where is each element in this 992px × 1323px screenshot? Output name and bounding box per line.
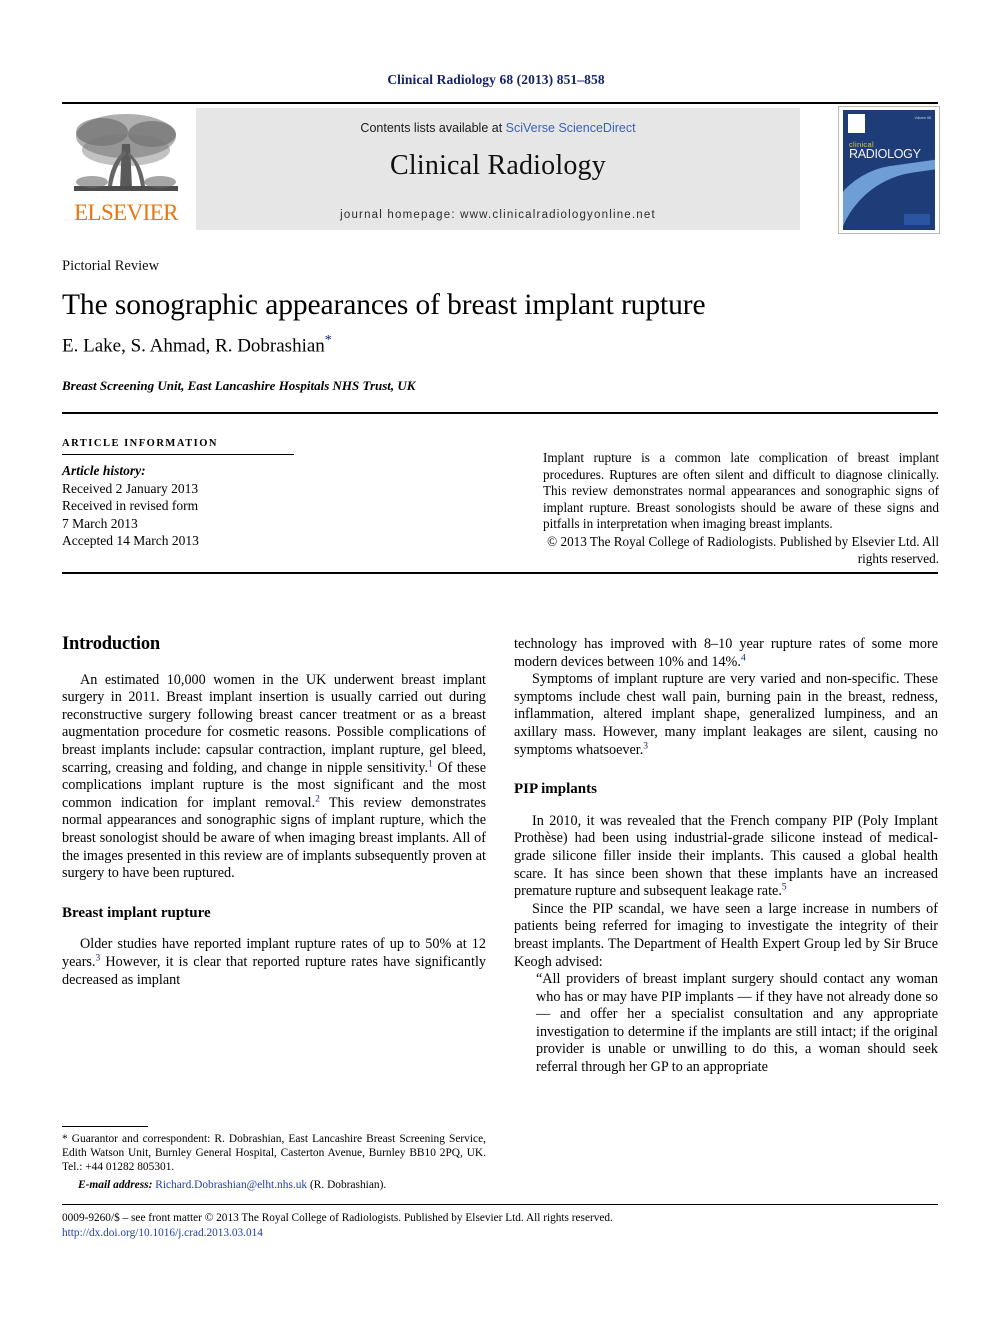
divider-above-article-info [62, 412, 938, 414]
elsevier-wordmark: ELSEVIER [74, 200, 178, 225]
doi-link[interactable]: http://dx.doi.org/10.1016/j.crad.2013.03… [62, 1226, 942, 1241]
elsevier-logo: ELSEVIER [62, 108, 190, 230]
symptoms-text: Symptoms of implant rupture are very var… [514, 671, 938, 758]
email-address-link[interactable]: Richard.Dobrashian@elht.nhs.uk [155, 1179, 307, 1191]
article-history-line: 7 March 2013 [62, 515, 138, 531]
abstract-copyright: © 2013 The Royal College of Radiologists… [547, 533, 939, 566]
cover-volume-text: Volume 68 [914, 116, 931, 120]
cover-rcr-badge-icon [904, 214, 930, 225]
journal-title: Clinical Radiology [390, 150, 606, 181]
paragraph-introduction: An estimated 10,000 women in the UK unde… [62, 672, 486, 883]
paragraph-rupture-continued: technology has improved with 8–10 year r… [514, 636, 938, 671]
journal-masthead: ELSEVIER Contents lists available at Sci… [62, 102, 940, 234]
article-information-divider [62, 454, 294, 455]
elsevier-tree-icon [74, 114, 178, 191]
section-heading-pip-implants: PIP implants [514, 781, 597, 798]
article-information-heading: ARTICLE INFORMATION [62, 438, 218, 449]
paragraph-rupture-rates: Older studies have reported implant rupt… [62, 936, 486, 989]
reference-marker[interactable]: 5 [782, 882, 787, 893]
author-list: E. Lake, S. Ahmad, R. Dobrashian* [62, 333, 942, 357]
author-names: E. Lake, S. Ahmad, R. Dobrashian [62, 335, 325, 357]
article-information-block: ARTICLE INFORMATION Article history: Rec… [62, 438, 294, 550]
footer-divider [62, 1204, 938, 1205]
journal-article-page: Clinical Radiology 68 (2013) 851–858 ELS… [0, 0, 992, 1323]
paragraph-pip-background: In 2010, it was revealed that the French… [514, 813, 938, 901]
correspondence-footnote: * Guarantor and correspondent: R. Dobras… [62, 1126, 486, 1192]
sciencedirect-link[interactable]: SciVerse ScienceDirect [506, 121, 636, 135]
footnote-guarantor-text: * Guarantor and correspondent: R. Dobras… [62, 1133, 486, 1174]
pip-text-a: In 2010, it was revealed that the French… [514, 812, 938, 900]
body-column-left: Introduction An estimated 10,000 women i… [62, 634, 486, 989]
journal-cover-thumbnail[interactable]: Volume 68 clinical RADIOLOGY [838, 106, 940, 234]
reference-marker[interactable]: 3 [643, 741, 648, 751]
contents-lists-prefix: Contents lists available at [360, 121, 506, 135]
masthead-grey-band: Contents lists available at SciVerse Sci… [196, 108, 800, 230]
email-address-label: E-mail address: [78, 1178, 153, 1191]
cover-elsevier-mark-icon [848, 114, 865, 133]
article-type-label: Pictorial Review [62, 258, 160, 274]
body-column-right: technology has improved with 8–10 year r… [514, 636, 938, 1077]
article-history: Article history: Received 2 January 2013… [62, 462, 294, 550]
email-address-owner: (R. Dobrashian). [309, 1178, 387, 1191]
paragraph-symptoms: Symptoms of implant rupture are very var… [514, 671, 938, 759]
article-history-line: Accepted 14 March 2013 [62, 533, 199, 548]
running-head: Clinical Radiology 68 (2013) 851–858 [387, 72, 605, 87]
journal-homepage-link[interactable]: journal homepage: www.clinicalradiologyo… [196, 209, 800, 221]
journal-cover-art: Volume 68 clinical RADIOLOGY [843, 110, 935, 230]
rupture-text-b: However, it is clear that reported ruptu… [62, 953, 486, 988]
footnote-email-line: E-mail address: Richard.Dobrashian@elht.… [62, 1178, 486, 1192]
blockquote-keogh-advice: “All providers of breast implant surgery… [536, 971, 938, 1076]
abstract: Implant rupture is a common late complic… [543, 450, 939, 567]
article-history-line: Received in revised form [62, 498, 199, 513]
page-title: The sonographic appearances of breast im… [62, 289, 706, 321]
intro-text-a: An estimated 10,000 women in the UK unde… [62, 671, 486, 776]
divider-below-article-info [62, 572, 938, 574]
corresponding-author-marker: * [324, 333, 332, 348]
affiliation: Breast Screening Unit, East Lancashire H… [62, 378, 416, 393]
paragraph-pip-scandal: Since the PIP scandal, we have seen a la… [514, 900, 938, 970]
reference-marker[interactable]: 4 [741, 653, 746, 663]
section-heading-breast-implant-rupture: Breast implant rupture [62, 904, 211, 921]
section-heading-introduction: Introduction [62, 634, 161, 654]
cover-title-radiology: RADIOLOGY [849, 147, 921, 161]
cont-text-a: technology has improved with 8–10 year r… [514, 636, 938, 670]
abstract-text: Implant rupture is a common late complic… [543, 450, 939, 532]
article-history-label: Article history: [62, 463, 146, 478]
issn-copyright-line: 0009-9260/$ – see front matter © 2013 Th… [62, 1212, 613, 1224]
footnote-divider [62, 1126, 148, 1127]
page-footer: 0009-9260/$ – see front matter © 2013 Th… [62, 1211, 942, 1240]
contents-lists-line: Contents lists available at SciVerse Sci… [196, 121, 800, 135]
article-history-line: Received 2 January 2013 [62, 480, 199, 496]
